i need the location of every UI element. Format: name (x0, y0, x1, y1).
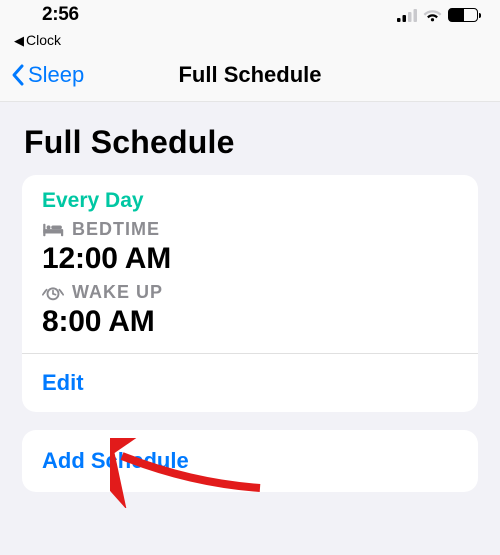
back-app-label: Clock (26, 32, 61, 48)
back-triangle-icon: ◀ (14, 34, 24, 47)
back-to-app[interactable]: ◀ Clock (0, 30, 500, 48)
bedtime-label-row: BEDTIME (42, 219, 458, 240)
status-bar: 2:56 (0, 0, 500, 30)
edit-button[interactable]: Edit (22, 354, 478, 412)
cellular-icon (397, 9, 417, 22)
bedtime-value: 12:00 AM (42, 242, 458, 276)
chevron-left-icon (10, 63, 26, 87)
wakeup-label: WAKE UP (72, 282, 163, 303)
bedtime-label: BEDTIME (72, 219, 160, 240)
status-indicators (397, 8, 478, 22)
bed-icon (42, 221, 64, 239)
wifi-icon (423, 8, 442, 22)
wakeup-label-row: WAKE UP (42, 282, 458, 303)
add-schedule-button[interactable]: Add Schedule (22, 430, 478, 492)
page-title: Full Schedule (0, 102, 500, 175)
nav-header: Sleep Full Schedule (0, 48, 500, 102)
schedule-card: Every Day BEDTIME 12:00 AM (22, 175, 478, 412)
battery-icon (448, 8, 478, 22)
wakeup-value: 8:00 AM (42, 305, 458, 339)
back-button[interactable]: Sleep (0, 62, 84, 88)
status-time: 2:56 (42, 4, 79, 26)
alarm-icon (42, 284, 64, 302)
back-button-label: Sleep (28, 62, 84, 88)
schedule-days: Every Day (42, 189, 458, 213)
